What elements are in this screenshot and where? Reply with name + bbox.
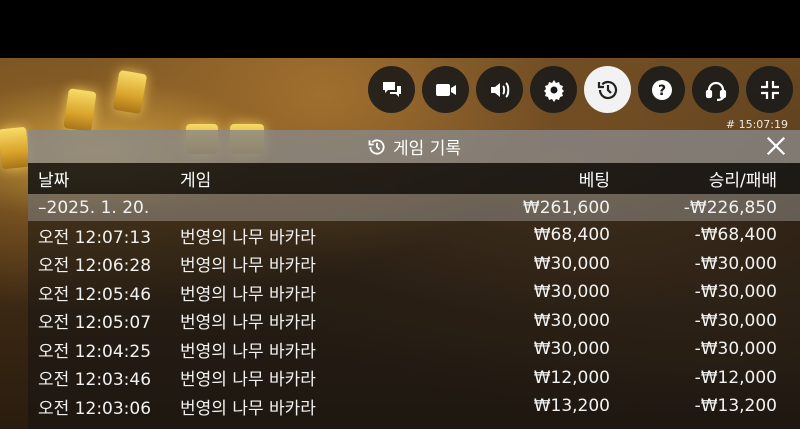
game-toolbar: ? <box>368 66 793 113</box>
column-header-date: 날짜 <box>38 171 70 191</box>
lantern-decoration <box>0 126 31 170</box>
headset-icon <box>705 81 726 101</box>
row-bet: ₩30,000 <box>533 253 610 274</box>
column-header-result: 승리/패배 <box>708 171 777 191</box>
row-game: 번영의 나무 바카라 <box>180 370 316 391</box>
column-header-game: 게임 <box>180 171 212 191</box>
table-header: 날짜 게임 베팅 승리/패배 <box>28 163 800 194</box>
table-row[interactable]: 오전 12:03:06 번영의 나무 바카라 ₩13,200 -₩13,200 <box>28 392 800 421</box>
video-button[interactable] <box>422 66 469 113</box>
lantern-decoration <box>63 88 97 132</box>
column-header-bet: 베팅 <box>578 171 610 191</box>
close-icon <box>766 136 786 156</box>
row-game: 번영의 나무 바카라 <box>180 256 316 277</box>
row-bet: ₩68,400 <box>533 225 610 246</box>
video-camera-icon <box>435 83 456 96</box>
row-result: -₩68,400 <box>694 225 777 246</box>
game-history-panel: 게임 기록 날짜 게임 베팅 승리/패배 –2025. 1. 20. ₩261,… <box>28 130 800 429</box>
panel-header: 게임 기록 <box>28 130 800 163</box>
row-result: -₩30,000 <box>694 310 777 331</box>
history-icon <box>367 137 387 157</box>
row-result: -₩30,000 <box>694 339 777 360</box>
row-bet: ₩13,200 <box>533 396 610 417</box>
svg-text:?: ? <box>657 83 665 99</box>
date-summary-row[interactable]: –2025. 1. 20. ₩261,600 -₩226,850 <box>28 194 800 221</box>
summary-date: –2025. 1. 20. <box>38 197 150 218</box>
row-game: 번영의 나무 바카라 <box>180 227 316 248</box>
row-game: 번영의 나무 바카라 <box>180 398 316 419</box>
table-row[interactable]: 오전 12:07:13 번영의 나무 바카라 ₩68,400 -₩68,400 <box>28 221 800 250</box>
row-time: 오전 12:06:28 <box>38 256 152 277</box>
row-game: 번영의 나무 바카라 <box>180 341 316 362</box>
row-bet: ₩12,000 <box>533 367 610 388</box>
collapse-icon <box>760 80 779 99</box>
row-bet: ₩30,000 <box>533 339 610 360</box>
summary-result: -₩226,850 <box>683 197 777 218</box>
gear-icon <box>543 79 564 102</box>
help-button[interactable]: ? <box>638 66 685 113</box>
table-row[interactable]: 오전 12:05:46 번영의 나무 바카라 ₩30,000 -₩30,000 <box>28 278 800 307</box>
table-row[interactable]: 오전 12:04:25 번영의 나무 바카라 ₩30,000 -₩30,000 <box>28 335 800 364</box>
row-time: 오전 12:03:06 <box>38 398 152 419</box>
table-row[interactable]: 오전 12:03:46 번영의 나무 바카라 ₩12,000 -₩12,000 <box>28 364 800 393</box>
row-time: 오전 12:04:25 <box>38 341 152 362</box>
speaker-icon <box>490 81 509 98</box>
lantern-decoration <box>112 69 148 115</box>
chat-icon <box>382 81 401 97</box>
row-game: 번영의 나무 바카라 <box>180 313 316 334</box>
chat-button[interactable] <box>368 66 415 113</box>
row-time: 오전 12:05:46 <box>38 284 152 305</box>
row-bet: ₩30,000 <box>533 310 610 331</box>
history-icon <box>597 80 617 99</box>
minimize-button[interactable] <box>746 66 793 113</box>
row-time: 오전 12:05:07 <box>38 313 152 334</box>
row-result: -₩12,000 <box>694 367 777 388</box>
row-time: 오전 12:07:13 <box>38 227 152 248</box>
settings-button[interactable] <box>530 66 577 113</box>
row-result: -₩30,000 <box>694 253 777 274</box>
row-result: -₩30,000 <box>694 282 777 303</box>
close-button[interactable] <box>764 134 788 158</box>
row-bet: ₩30,000 <box>533 282 610 303</box>
history-button[interactable] <box>584 66 631 113</box>
table-row[interactable]: 오전 12:06:28 번영의 나무 바카라 ₩30,000 -₩30,000 <box>28 250 800 279</box>
panel-title: 게임 기록 <box>393 139 461 159</box>
row-game: 번영의 나무 바카라 <box>180 284 316 305</box>
row-time: 오전 12:03:46 <box>38 370 152 391</box>
table-row[interactable]: 오전 12:05:07 번영의 나무 바카라 ₩30,000 -₩30,000 <box>28 307 800 336</box>
help-icon: ? <box>651 79 672 100</box>
row-result: -₩13,200 <box>694 396 777 417</box>
support-button[interactable] <box>692 66 739 113</box>
summary-bet: ₩261,600 <box>522 197 610 218</box>
sound-button[interactable] <box>476 66 523 113</box>
